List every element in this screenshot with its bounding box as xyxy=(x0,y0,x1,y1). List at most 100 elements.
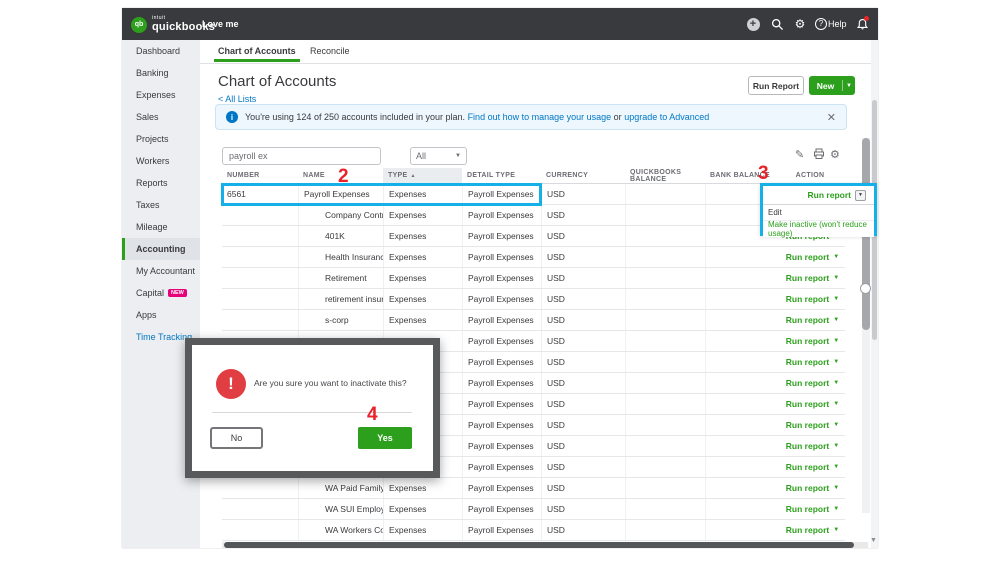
sidebar-item-reports[interactable]: Reports xyxy=(122,172,200,194)
horizontal-scrollbar[interactable] xyxy=(222,542,868,548)
run-report-link[interactable]: Run report xyxy=(786,420,829,430)
run-report-link[interactable]: Run report xyxy=(786,483,829,493)
cell-action[interactable]: Run report ▼ xyxy=(775,310,845,330)
action-dropdown-icon[interactable]: ▼ xyxy=(833,338,839,344)
run-report-link[interactable]: Run report xyxy=(786,252,829,262)
open-action-cell[interactable]: Run report ▼ xyxy=(763,186,874,204)
cell-action[interactable]: Run report ▼ xyxy=(775,520,845,540)
sidebar-item-workers[interactable]: Workers xyxy=(122,150,200,172)
sidebar-item-banking[interactable]: Banking xyxy=(122,62,200,84)
cell-action[interactable]: Run report ▼ xyxy=(775,247,845,267)
cell-action[interactable]: Run report ▼ xyxy=(775,268,845,288)
sidebar-item-apps[interactable]: Apps xyxy=(122,304,200,326)
action-dropdown-icon[interactable]: ▼ xyxy=(833,527,839,533)
cell-action[interactable]: Run report ▼ xyxy=(775,499,845,519)
run-report-link[interactable]: Run report xyxy=(786,315,829,325)
cell-action[interactable]: Run report ▼ xyxy=(775,331,845,351)
action-dropdown-icon[interactable]: ▼ xyxy=(833,275,839,281)
sidebar-item-my-accountant[interactable]: My Accountant xyxy=(122,260,200,282)
cell-action[interactable]: Run report ▼ xyxy=(775,415,845,435)
print-icon[interactable] xyxy=(813,148,825,163)
table-row[interactable]: Health Insurance Expenses Payroll Expenses… xyxy=(222,247,845,268)
action-dropdown-icon[interactable]: ▼ xyxy=(855,189,866,201)
banner-close-icon[interactable]: ✕ xyxy=(827,111,836,124)
action-dropdown-icon[interactable]: ▼ xyxy=(833,401,839,407)
all-lists-link[interactable]: < All Lists xyxy=(218,94,256,104)
sidebar-item-taxes[interactable]: Taxes xyxy=(122,194,200,216)
col-detail-type[interactable]: DETAIL TYPE xyxy=(462,168,541,183)
action-dropdown-icon[interactable]: ▼ xyxy=(833,254,839,260)
col-quickbooks-balance[interactable]: QUICKBOOKS BALANCE xyxy=(625,168,705,183)
run-report-link[interactable]: Run report xyxy=(786,378,829,388)
edit-pencil-icon[interactable]: ✎ xyxy=(795,149,804,161)
cell-action[interactable]: Run report ▼ xyxy=(775,373,845,393)
table-row[interactable]: 401KExpensesPayroll ExpensesUSDRun repor… xyxy=(222,226,845,247)
window-vertical-scrollbar[interactable] xyxy=(871,40,878,548)
table-row[interactable]: s-corp Expenses Payroll Expenses USD Run rep… xyxy=(222,310,845,331)
action-dropdown-icon[interactable]: ▼ xyxy=(833,464,839,470)
sidebar-item-projects[interactable]: Projects xyxy=(122,128,200,150)
run-report-link[interactable]: Run report xyxy=(786,441,829,451)
tab-reconcile[interactable]: Reconcile xyxy=(310,46,350,56)
run-report-link[interactable]: Run report xyxy=(808,190,851,200)
help-icon[interactable]: ? xyxy=(814,17,828,31)
sidebar-item-expenses[interactable]: Expenses xyxy=(122,84,200,106)
cell-action[interactable]: Run report ▼ xyxy=(775,394,845,414)
cell-action[interactable]: Run report ▼ xyxy=(775,289,845,309)
run-report-link[interactable]: Run report xyxy=(786,504,829,514)
manage-usage-link[interactable]: Find out how to manage your usage xyxy=(468,112,612,122)
settings-gear-icon[interactable]: ⚙ xyxy=(793,17,807,31)
action-dropdown-icon[interactable]: ▼ xyxy=(833,422,839,428)
filter-type-select[interactable]: All ▼ xyxy=(410,147,467,165)
new-dropdown-icon[interactable]: ▼ xyxy=(843,83,855,89)
col-type[interactable]: TYPE ▲ xyxy=(383,168,462,183)
cell-action[interactable]: Run report ▼ xyxy=(775,478,845,498)
action-dropdown-icon[interactable]: ▼ xyxy=(833,296,839,302)
table-row[interactable]: WA SUI EmployerExpensesPayroll ExpensesU… xyxy=(222,499,845,520)
table-gear-icon[interactable]: ⚙ xyxy=(830,149,840,161)
col-number[interactable]: NUMBER xyxy=(222,168,298,183)
action-dropdown-icon[interactable]: ▼ xyxy=(833,506,839,512)
new-button[interactable]: New ▼ xyxy=(809,76,855,95)
run-report-link[interactable]: Run report xyxy=(786,294,829,304)
tab-chart-of-accounts[interactable]: Chart of Accounts xyxy=(214,46,300,62)
action-dropdown-icon[interactable]: ▼ xyxy=(833,317,839,323)
action-dropdown-icon[interactable]: ▼ xyxy=(833,485,839,491)
no-button[interactable]: No xyxy=(210,427,263,449)
yes-button[interactable]: Yes xyxy=(358,427,412,449)
cell-action[interactable]: Run report ▼ xyxy=(775,457,845,477)
table-row[interactable]: WA Workers CompeExpensesPayroll Expenses… xyxy=(222,520,845,541)
help-label[interactable]: Help xyxy=(828,19,847,29)
horizontal-scrollbar-thumb[interactable] xyxy=(224,542,854,548)
new-button-label[interactable]: New xyxy=(809,81,842,91)
table-row[interactable]: WA Paid Family andExpensesPayroll Expens… xyxy=(222,478,845,499)
run-report-button[interactable]: Run Report xyxy=(748,76,804,95)
action-dropdown-icon[interactable]: ▼ xyxy=(833,359,839,365)
scrollbar-handle[interactable] xyxy=(860,283,871,294)
run-report-link[interactable]: Run report xyxy=(786,336,829,346)
run-report-link[interactable]: Run report xyxy=(786,462,829,472)
table-row[interactable]: Company ContributionsExpensesPayroll Exp… xyxy=(222,205,845,226)
run-report-link[interactable]: Run report xyxy=(786,273,829,283)
cell-action[interactable]: Run report ▼ xyxy=(775,352,845,372)
sidebar-item-capital[interactable]: Capital NEW xyxy=(122,282,200,304)
col-bank-balance[interactable]: BANK BALANCE xyxy=(705,168,775,183)
sidebar-item-sales[interactable]: Sales xyxy=(122,106,200,128)
col-currency[interactable]: CURRENCY xyxy=(541,168,625,183)
sidebar-item-dashboard[interactable]: Dashboard xyxy=(122,40,200,62)
table-row[interactable]: 6561 Payroll Expenses Expenses Payroll Expe… xyxy=(222,184,845,205)
filter-search-input[interactable] xyxy=(222,147,381,165)
menu-item-edit[interactable]: Edit xyxy=(763,205,874,221)
create-plus-icon[interactable]: + xyxy=(746,17,760,31)
action-dropdown-icon[interactable]: ▼ xyxy=(833,443,839,449)
run-report-link[interactable]: Run report xyxy=(786,399,829,409)
notifications-bell-icon[interactable] xyxy=(855,16,869,31)
sidebar-item-accounting[interactable]: Accounting xyxy=(122,238,200,260)
col-name[interactable]: NAME xyxy=(298,168,383,183)
cell-action[interactable]: Run report ▼ xyxy=(775,436,845,456)
table-row[interactable]: retirement insuranceExpensesPayroll Expe… xyxy=(222,289,845,310)
run-report-link[interactable]: Run report xyxy=(786,357,829,367)
search-icon[interactable] xyxy=(770,17,784,31)
table-row[interactable]: Retirement Expenses Payroll Expenses USD Run… xyxy=(222,268,845,289)
action-dropdown-icon[interactable]: ▼ xyxy=(833,380,839,386)
